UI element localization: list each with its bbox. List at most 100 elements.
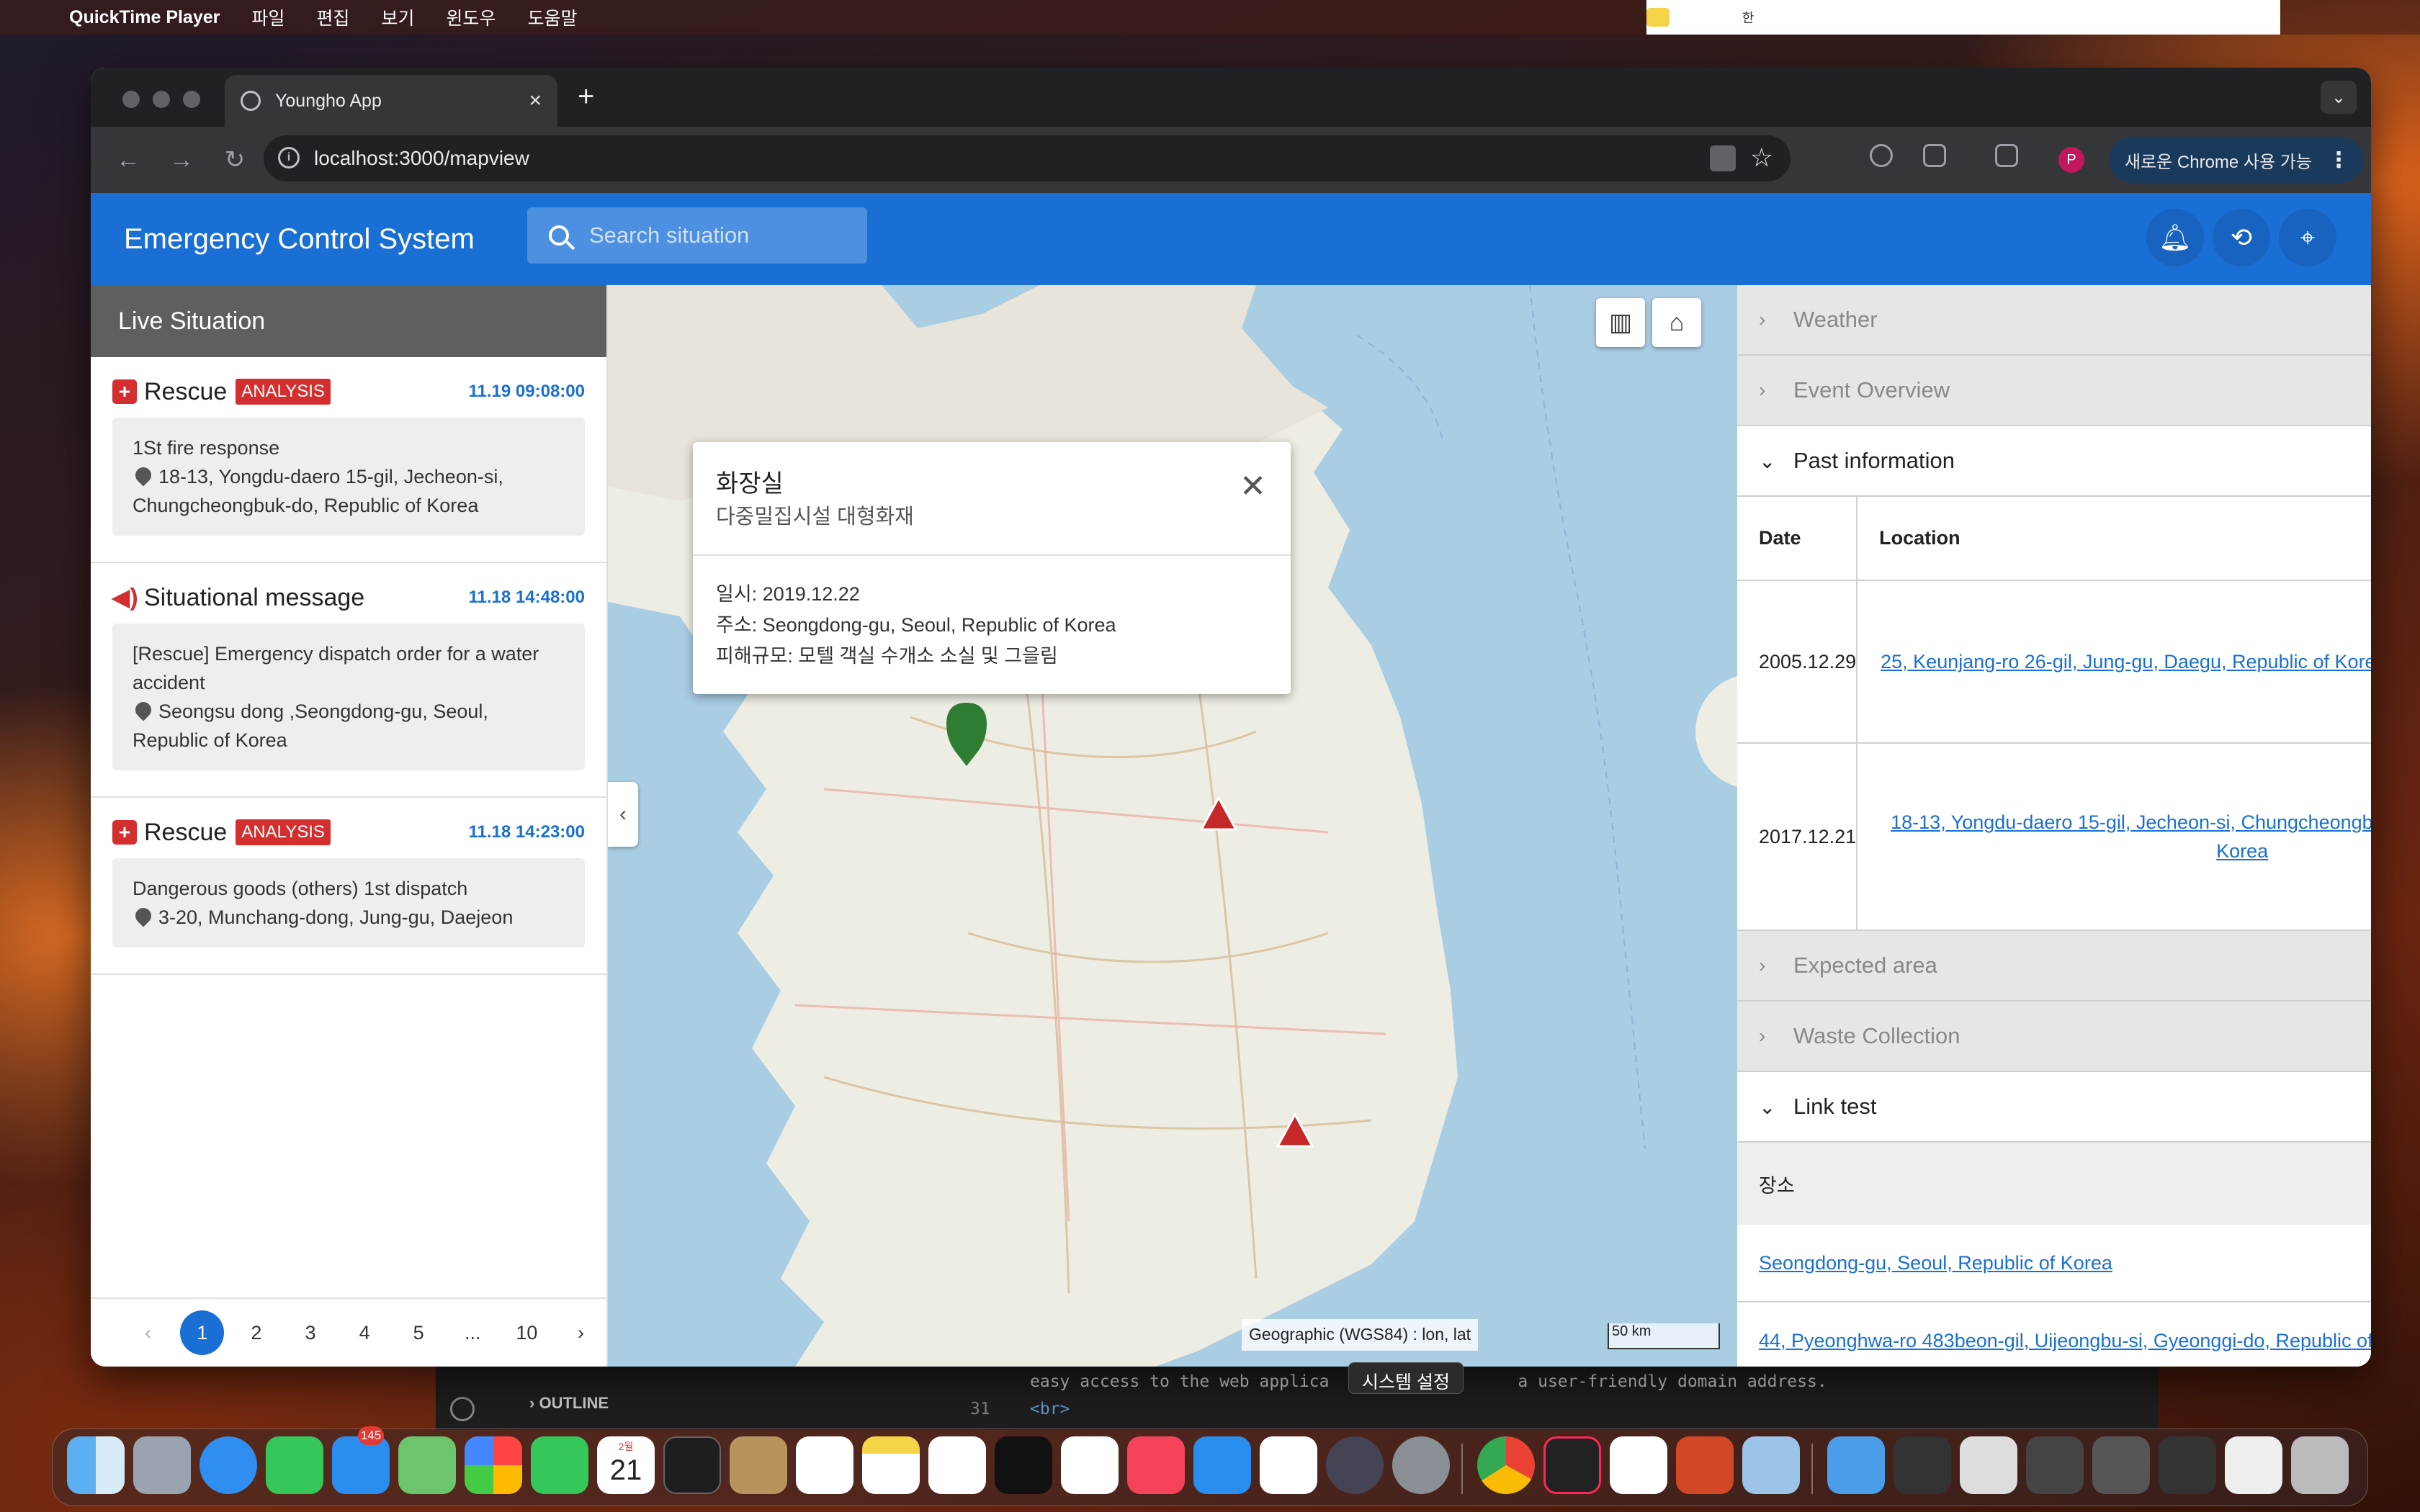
intellij-icon[interactable]	[1543, 1436, 1601, 1494]
minimize-window-icon[interactable]	[153, 91, 170, 108]
back-icon[interactable]: ←	[112, 146, 144, 174]
menu-window[interactable]: 윈도우	[446, 4, 496, 30]
menu-app-name[interactable]: QuickTime Player	[69, 7, 220, 28]
bell-icon[interactable]: 🔔︎	[2146, 209, 2204, 266]
page-10[interactable]: 10	[500, 1322, 554, 1344]
messages-icon[interactable]	[266, 1436, 323, 1494]
zoom-window-icon[interactable]	[183, 91, 200, 108]
quicktime-icon[interactable]	[1326, 1436, 1384, 1494]
address-bar[interactable]: i localhost:3000/mapview ☆	[264, 135, 1791, 181]
control-center-icon[interactable]	[1921, 9, 1943, 26]
place-link[interactable]: Seongdong-gu, Seoul, Republic of Korea	[1759, 1252, 2112, 1274]
textedit-icon[interactable]	[1260, 1436, 1317, 1494]
mail-icon[interactable]	[332, 1436, 390, 1494]
analysis-badge[interactable]: ANALYSIS	[236, 819, 331, 845]
menu-file[interactable]: 파일	[251, 4, 284, 30]
contacts-icon[interactable]	[730, 1436, 787, 1494]
apple-icon[interactable]	[29, 6, 48, 28]
app-store-icon[interactable]	[1193, 1436, 1251, 1494]
music-icon[interactable]	[1127, 1436, 1185, 1494]
page-1[interactable]: 1	[180, 1310, 225, 1355]
safari-icon[interactable]	[200, 1436, 257, 1494]
collapse-panel-chevron-icon[interactable]: ‹	[608, 782, 638, 847]
media-icon[interactable]	[1870, 144, 1893, 167]
accordion-event-overview[interactable]: › Event Overview	[1737, 356, 2371, 426]
download-icon[interactable]	[1995, 144, 2018, 167]
terminal-icon[interactable]	[663, 1436, 721, 1494]
facetime-icon[interactable]	[531, 1436, 588, 1494]
maps-icon[interactable]	[398, 1436, 456, 1494]
map-home-button[interactable]: ⌂	[1652, 298, 1701, 347]
wifi-icon[interactable]: ≋	[1842, 6, 1857, 28]
freeform-icon[interactable]	[928, 1436, 986, 1494]
vscode-icon[interactable]	[1061, 1436, 1119, 1494]
menu-help[interactable]: 도움말	[527, 4, 577, 30]
forward-icon[interactable]: →	[166, 146, 197, 174]
minimized-window-thumbnail[interactable]	[1894, 1436, 1951, 1494]
map-layers-button[interactable]: ▥	[1596, 298, 1645, 347]
accordion-past-information[interactable]: ⌄ Past information	[1737, 426, 2371, 497]
close-window-icon[interactable]	[122, 91, 140, 108]
prev-page-icon[interactable]: ‹	[121, 1322, 175, 1344]
finder-icon[interactable]	[67, 1436, 125, 1494]
location-link[interactable]: 25, Keunjang-ro 26-gil, Jung-gu, Daegu, …	[1881, 651, 2371, 672]
spotlight-icon[interactable]	[1881, 9, 1897, 25]
minimized-window-thumbnail[interactable]	[2159, 1436, 2216, 1494]
notes-icon[interactable]	[862, 1436, 920, 1494]
calendar-icon[interactable]: 2월 21	[597, 1436, 655, 1494]
app-status-icon[interactable]: ☁	[1694, 6, 1712, 28]
page-5[interactable]: 5	[392, 1322, 446, 1344]
minimized-window-thumbnail[interactable]	[2092, 1436, 2150, 1494]
minimized-window-thumbnail[interactable]	[1960, 1436, 2017, 1494]
accordion-weather[interactable]: › Weather	[1737, 285, 2371, 356]
analysis-badge[interactable]: ANALYSIS	[236, 379, 331, 405]
situation-card[interactable]: + Rescue ANALYSIS 11.18 14:23:00 Dangero…	[91, 798, 606, 975]
tab-youngho-app[interactable]: Youngho App ×	[225, 75, 557, 127]
java-duke-icon[interactable]	[1610, 1436, 1667, 1494]
clock[interactable]: 2월 21일 (금) 오후 12:47	[1968, 4, 2158, 30]
photos-icon[interactable]	[465, 1436, 522, 1494]
extensions-icon[interactable]	[1923, 144, 1946, 167]
settings-gear-icon[interactable]	[450, 1397, 475, 1421]
new-tab-icon[interactable]: +	[578, 81, 594, 113]
reminders-icon[interactable]	[796, 1436, 853, 1494]
page-4[interactable]: 4	[338, 1322, 392, 1344]
launchpad-icon[interactable]	[133, 1436, 191, 1494]
minimized-window-thumbnail[interactable]	[2026, 1436, 2084, 1494]
menu-view[interactable]: 보기	[381, 4, 414, 30]
reload-icon[interactable]: ↻	[219, 145, 251, 174]
menu-edit[interactable]: 편집	[316, 4, 349, 30]
accordion-waste-collection[interactable]: › Waste Collection	[1737, 1002, 2371, 1072]
page-2[interactable]: 2	[229, 1322, 283, 1344]
powerpoint-icon[interactable]	[1676, 1436, 1734, 1494]
next-page-icon[interactable]: ›	[554, 1322, 608, 1344]
location-link[interactable]: 18-13, Yongdu-daero 15-gil, Jecheon-si, …	[1891, 811, 2371, 862]
map-view[interactable]: ▥ ⌂ ‹ 화장실 다중밀집시설 대형화재 ✕ 일시: 2019.12.22 주…	[608, 285, 1737, 1367]
minimized-window-thumbnail[interactable]	[2225, 1436, 2282, 1494]
trash-icon[interactable]	[2291, 1436, 2349, 1494]
history-icon[interactable]: ⟲	[2213, 209, 2270, 266]
apple-tv-icon[interactable]	[995, 1436, 1052, 1494]
note-icon[interactable]	[1646, 8, 1670, 27]
folder-icon[interactable]	[1827, 1436, 1885, 1494]
page-3[interactable]: 3	[283, 1322, 337, 1344]
input-source-icon[interactable]: 한	[1736, 8, 1760, 27]
accordion-expected-area[interactable]: › Expected area	[1737, 931, 2371, 1002]
chrome-icon[interactable]	[1477, 1436, 1535, 1494]
search-input[interactable]: Search situation	[527, 207, 867, 264]
situation-card[interactable]: ◀) Situational message 11.18 14:48:00 [R…	[91, 563, 606, 798]
bookmark-star-icon[interactable]: ☆	[1750, 143, 1773, 173]
battery-icon[interactable]	[1784, 9, 1817, 25]
outline-section[interactable]: › OUTLINE	[529, 1394, 609, 1413]
site-info-icon[interactable]: i	[278, 147, 300, 168]
situation-card[interactable]: + Rescue ANALYSIS 11.19 09:08:00 1St fir…	[91, 357, 606, 563]
popup-close-icon[interactable]: ✕	[1240, 468, 1266, 505]
chrome-update-button[interactable]: 새로운 Chrome 사용 가능 ⋮	[2109, 137, 2364, 183]
system-settings-icon[interactable]	[1392, 1436, 1450, 1494]
more-menu-icon[interactable]: ⋮	[2328, 148, 2349, 173]
place-link[interactable]: 44, Pyeonghwa-ro 483beon-gil, Uijeongbu-…	[1759, 1330, 2371, 1352]
translate-icon[interactable]	[1710, 145, 1736, 171]
profile-avatar[interactable]: P	[2058, 147, 2084, 173]
add-location-icon[interactable]: ⌖	[2279, 209, 2336, 266]
preview-icon[interactable]	[1742, 1436, 1800, 1494]
